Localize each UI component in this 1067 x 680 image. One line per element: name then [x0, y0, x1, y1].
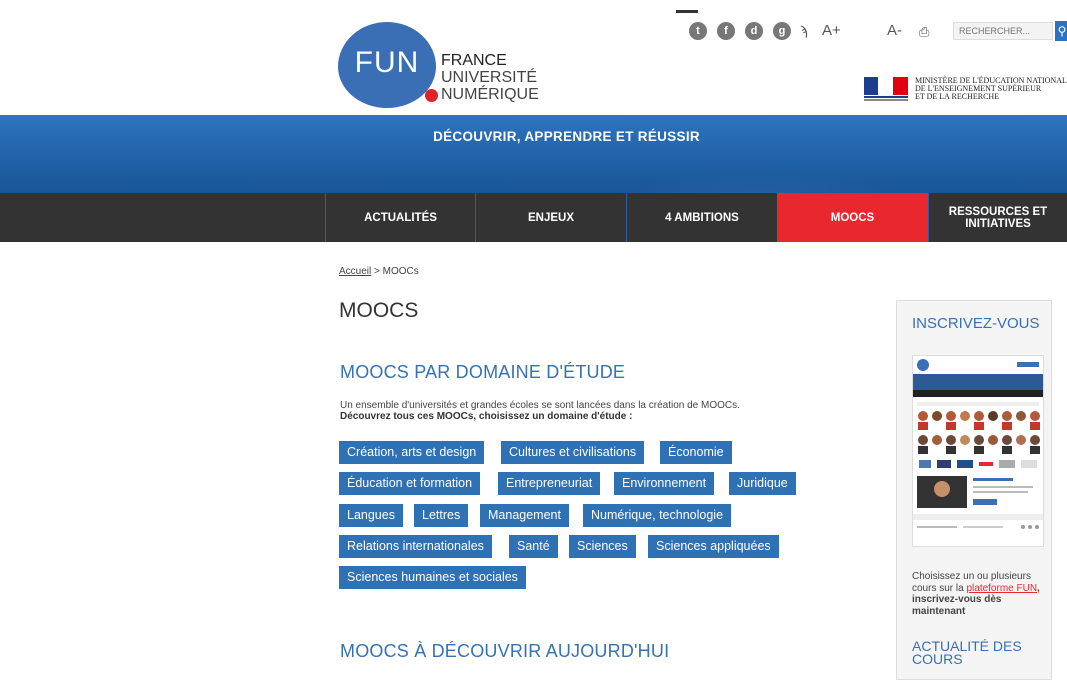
ministry-line-3: ET DE LA RECHERCHE	[915, 92, 1000, 101]
domain-tag[interactable]: Relations internationales	[339, 535, 492, 558]
intro-text: Un ensemble d'universités et grandes éco…	[340, 400, 740, 422]
brand-name[interactable]: FRANCE UNIVERSITÉ NUMÉRIQUE	[441, 52, 539, 103]
logo-red-dot	[425, 89, 438, 102]
brand-line-3: NUMÉRIQUE	[441, 86, 539, 103]
nav-item-ressources[interactable]: RESSOURCES ET INITIATIVES	[928, 193, 1067, 242]
nav-item-enjeux[interactable]: ENJEUX	[475, 193, 626, 242]
facebook-icon[interactable]: f	[717, 22, 735, 42]
domain-tag[interactable]: Sciences humaines et sociales	[339, 566, 526, 589]
nav-item-actualites[interactable]: ACTUALITÉS	[325, 193, 475, 242]
domain-tag[interactable]: Sciences appliquées	[648, 535, 779, 558]
platform-fun-link[interactable]: plateforme FUN	[966, 583, 1037, 594]
breadcrumb-separator: >	[371, 266, 383, 277]
marianne-flag-icon	[864, 77, 908, 101]
banner-tagline: DÉCOUVRIR, APPRENDRE ET RÉUSSIR	[433, 129, 700, 144]
main-nav: ACTUALITÉS ENJEUX 4 AMBITIONS MOOCS RESS…	[0, 193, 1067, 242]
domain-tag[interactable]: Lettres	[414, 504, 469, 527]
fun-logo[interactable]: FUN	[338, 22, 436, 108]
section-title-domains: MOOCS PAR DOMAINE D'ÉTUDE	[340, 362, 626, 382]
page-title: MOOCS	[339, 299, 419, 322]
ministry-label: MINISTÈRE DE L'ÉDUCATION NATIONALE DE L'…	[915, 77, 1067, 101]
domain-tag[interactable]: Sciences	[569, 535, 636, 558]
domain-tag[interactable]: Numérique, technologie	[583, 504, 732, 527]
logo-text: FUN	[354, 46, 420, 79]
text-size-down-button[interactable]: A-	[887, 22, 902, 39]
brand-line-1: FRANCE	[441, 52, 507, 69]
dailymotion-icon[interactable]: d	[745, 22, 763, 42]
domain-tag[interactable]: Santé	[509, 535, 558, 558]
search-input[interactable]	[953, 22, 1053, 40]
domain-tag[interactable]: Création, arts et design	[339, 441, 485, 464]
breadcrumb: Accueil > MOOCs	[339, 266, 419, 277]
signup-sidebar: INSCRIVEZ-VOUS Choisissez un ou plusieur…	[896, 300, 1052, 680]
brand-line-2: UNIVERSITÉ	[441, 69, 538, 86]
domain-tag[interactable]: Entrepreneuriat	[498, 472, 601, 495]
domain-tag[interactable]: Économie	[660, 441, 732, 464]
text-size-up-button[interactable]: A+	[822, 22, 841, 39]
nav-item-4-ambitions[interactable]: 4 AMBITIONS	[626, 193, 777, 242]
nav-item-moocs[interactable]: MOOCS	[777, 193, 928, 242]
breadcrumb-current: MOOCs	[382, 266, 419, 277]
domain-tag[interactable]: Éducation et formation	[339, 472, 481, 495]
hero-banner: DÉCOUVRIR, APPRENDRE ET RÉUSSIR	[0, 115, 1067, 193]
domain-tag[interactable]: Cultures et civilisations	[501, 441, 645, 464]
sidebar-text: Choisissez un ou plusieurs cours sur la …	[912, 571, 1044, 617]
domain-tag[interactable]: Management	[480, 504, 569, 527]
intro-line-1: Un ensemble d'universités et grandes éco…	[340, 400, 740, 411]
section-title-today: MOOCS À DÉCOUVRIR AUJOURD'HUI	[340, 641, 670, 661]
rss-icon[interactable]: ϡ	[800, 23, 808, 38]
platform-screenshot-thumbnail[interactable]	[912, 355, 1044, 547]
sidebar-title: INSCRIVEZ-VOUS	[912, 315, 1040, 332]
twitter-icon[interactable]: t	[689, 22, 707, 42]
breadcrumb-home-link[interactable]: Accueil	[339, 266, 371, 277]
search-button[interactable]: ⚲	[1055, 21, 1067, 41]
domain-tag[interactable]: Langues	[339, 504, 403, 527]
top-marker	[676, 10, 698, 13]
domain-tag[interactable]: Juridique	[729, 472, 796, 495]
search-icon: ⚲	[1057, 24, 1067, 38]
google-plus-icon[interactable]: g	[773, 22, 791, 42]
print-icon[interactable]: ⎙	[919, 24, 929, 40]
intro-line-2: Découvrez tous ces MOOCs, choisissez un …	[340, 411, 633, 422]
sidebar-news-title: ACTUALITÉ DES COURS	[912, 638, 1022, 667]
domain-tag[interactable]: Environnement	[614, 472, 715, 495]
